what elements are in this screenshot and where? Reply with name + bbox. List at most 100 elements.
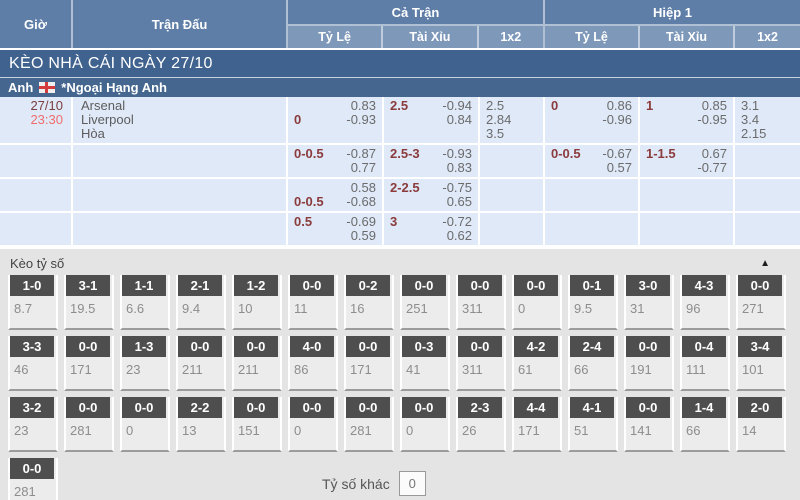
ft-x12-cell[interactable] [480,179,545,211]
h1-overunder-cell[interactable] [640,213,735,245]
h1-x12-cell[interactable] [735,145,800,177]
ft-overunder-cell[interactable]: 2.5-0.940.84 [384,97,480,143]
score-odds-cell[interactable]: 4-086 [288,336,338,391]
h1-handicap-cell[interactable]: 0-0.5-0.670.57 [545,145,640,177]
score-odds-value: 9.4 [178,296,224,316]
score-odds-cell[interactable]: 2-014 [736,397,786,452]
score-odds-value: 111 [682,357,728,377]
score-odds-value: 0 [514,296,560,316]
odds-value: 0.65 [447,195,472,209]
handicap-value: 0 [294,113,301,127]
ft-overunder-cell[interactable]: 3-0.720.62 [384,213,480,245]
h1-x12-cell[interactable] [735,213,800,245]
score-label: 2-1 [178,275,222,296]
score-odds-cell[interactable]: 1-323 [120,336,170,391]
score-odds-cell[interactable]: 2-326 [456,397,506,452]
ft-x12-cell[interactable]: 2.52.843.5 [480,97,545,143]
score-odds-cell[interactable]: 0-0171 [64,336,114,391]
h1-overunder-cell[interactable]: 1-1.50.67-0.77 [640,145,735,177]
ft-handicap-cell[interactable]: 0.830-0.93 [288,97,384,143]
score-odds-cell[interactable]: 0-0281 [8,458,58,500]
score-odds-cell[interactable]: 3-4101 [736,336,786,391]
score-label: 0-0 [626,336,670,357]
score-odds-cell[interactable]: 4-261 [512,336,562,391]
score-label: 4-3 [682,275,726,296]
score-odds-cell[interactable]: 1-210 [232,275,282,330]
score-odds-cell[interactable]: 0-0171 [344,336,394,391]
score-label: 4-1 [570,397,614,418]
ft-overunder-cell[interactable]: 2-2.5-0.750.65 [384,179,480,211]
score-odds-cell[interactable]: 4-151 [568,397,618,452]
ft-x12-cell[interactable] [480,213,545,245]
score-odds-cell[interactable]: 4-4171 [512,397,562,452]
score-odds-cell[interactable]: 0-0211 [232,336,282,391]
score-odds-cell[interactable]: 4-396 [680,275,730,330]
h1-overunder-cell[interactable]: 10.85-0.95 [640,97,735,143]
score-odds-cell[interactable]: 0-00 [288,397,338,452]
score-odds-cell[interactable]: 2-213 [176,397,226,452]
score-odds-cell[interactable]: 0-0311 [456,336,506,391]
ft-handicap-cell[interactable]: 0.5-0.690.59 [288,213,384,245]
column-header-time: Giờ [0,0,73,48]
england-flag-icon [39,82,55,93]
score-odds-cell[interactable]: 2-19.4 [176,275,226,330]
score-odds-cell[interactable]: 0-0191 [624,336,674,391]
odds-row: 0.580-0.5-0.682-2.5-0.750.65 [0,179,800,213]
score-odds-cell[interactable]: 0-216 [344,275,394,330]
score-odds-cell[interactable]: 3-223 [8,397,58,452]
h1-x12-cell[interactable]: 3.13.42.15 [735,97,800,143]
score-odds-cell[interactable]: 0-0281 [64,397,114,452]
score-odds-cell[interactable]: 0-0281 [344,397,394,452]
score-odds-cell[interactable]: 0-4111 [680,336,730,391]
score-odds-cell[interactable]: 0-19.5 [568,275,618,330]
other-score-input[interactable] [399,471,426,496]
odds-row: 0.5-0.690.593-0.720.62 [0,213,800,247]
score-odds-value: 311 [458,357,504,377]
ft-x12-cell[interactable] [480,145,545,177]
score-odds-value: 281 [346,418,392,438]
ft-handicap-cell[interactable]: 0-0.5-0.870.77 [288,145,384,177]
score-label: 0-0 [10,458,54,479]
handicap-value: 0.5 [294,215,312,229]
h1-handicap-cell[interactable] [545,213,640,245]
odds-line: 0.83 [294,99,376,113]
score-odds-cell[interactable]: 2-466 [568,336,618,391]
odds-table-header: Giờ Trận Đấu Cả Trận Tỷ Lệ Tài Xỉu 1x2 H… [0,0,800,48]
score-odds-cell[interactable]: 0-0271 [736,275,786,330]
score-odds-cell[interactable]: 0-0311 [456,275,506,330]
odds-line: 10.85 [646,99,727,113]
score-odds-cell[interactable]: 1-16.6 [120,275,170,330]
score-odds-cell[interactable]: 1-466 [680,397,730,452]
odds-line: 0.57 [551,161,632,175]
score-odds-cell[interactable]: 1-08.7 [8,275,58,330]
score-odds-cell[interactable]: 0-00 [400,397,450,452]
score-odds-cell[interactable]: 0-00 [512,275,562,330]
score-odds-cell[interactable]: 0-0141 [624,397,674,452]
column-header-h1-1x2: 1x2 [735,26,800,48]
score-odds-value: 66 [682,418,728,438]
h1-handicap-cell[interactable] [545,179,640,211]
collapse-arrow-icon[interactable]: ▲ [760,258,770,269]
ft-handicap-cell[interactable]: 0.580-0.5-0.68 [288,179,384,211]
teams-cell: ArsenalLiverpoolHòa [73,97,288,143]
h1-overunder-cell[interactable] [640,179,735,211]
ft-overunder-cell[interactable]: 2.5-3-0.930.83 [384,145,480,177]
score-odds-value: 16 [346,296,392,316]
league-bar[interactable]: Anh *Ngoại Hạng Anh [0,77,800,97]
score-label: 3-0 [626,275,670,296]
score-odds-cell[interactable]: 0-00 [120,397,170,452]
score-odds-value: 151 [234,418,280,438]
score-odds-cell[interactable]: 3-031 [624,275,674,330]
score-odds-cell[interactable]: 0-341 [400,336,450,391]
score-odds-cell[interactable]: 0-011 [288,275,338,330]
h1-handicap-cell[interactable]: 00.86-0.96 [545,97,640,143]
score-odds-cell[interactable]: 0-0251 [400,275,450,330]
score-odds-cell[interactable]: 3-119.5 [64,275,114,330]
score-odds-value: 251 [402,296,448,316]
score-odds-cell[interactable]: 3-346 [8,336,58,391]
score-odds-cell[interactable]: 0-0211 [176,336,226,391]
score-label: 0-0 [402,275,446,296]
score-odds-cell[interactable]: 0-0151 [232,397,282,452]
score-odds-value: 141 [626,418,672,438]
h1-x12-cell[interactable] [735,179,800,211]
